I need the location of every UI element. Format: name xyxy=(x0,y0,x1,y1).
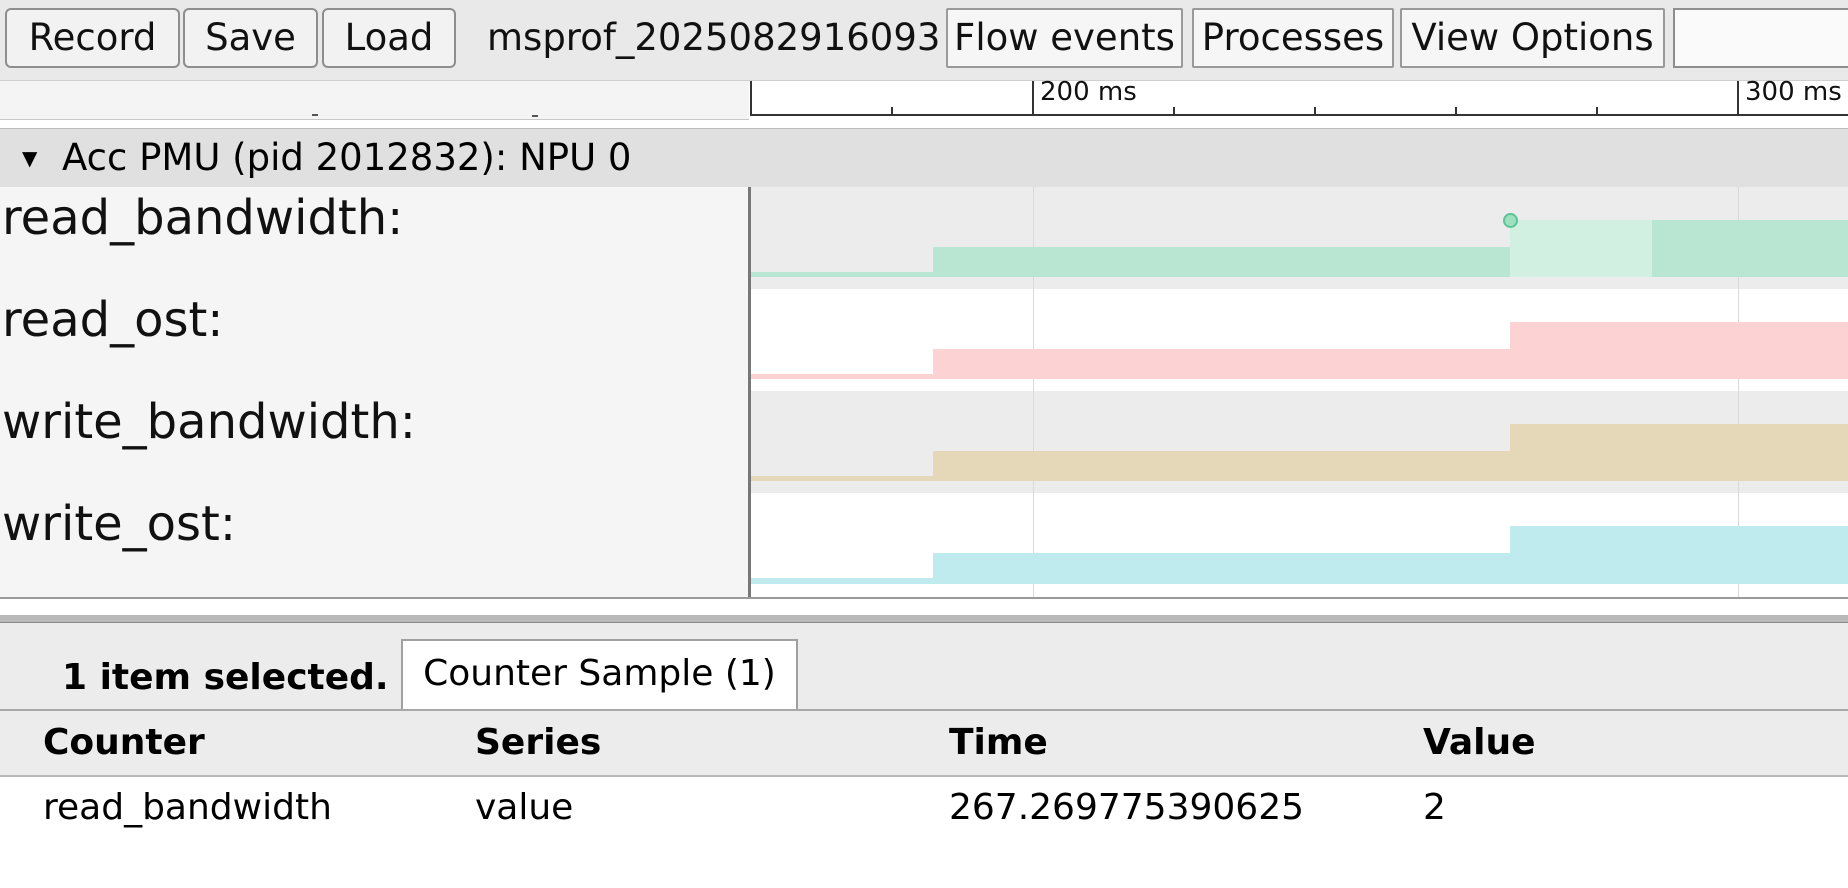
panel-splitter[interactable] xyxy=(0,615,1848,623)
ruler-label-300ms: 300 ms xyxy=(1745,77,1842,107)
counter-bar[interactable] xyxy=(751,374,933,379)
ruler-marker xyxy=(532,115,538,117)
table-row[interactable]: read_bandwidth value 267.269775390625 2 xyxy=(0,777,1848,839)
tab-counter-sample[interactable]: Counter Sample (1) xyxy=(401,639,798,709)
process-title: Acc PMU (pid 2012832): NPU 0 xyxy=(62,136,632,179)
column-header-time[interactable]: Time xyxy=(949,711,1048,775)
counter-bar[interactable] xyxy=(933,451,1510,481)
record-button[interactable]: Record xyxy=(5,8,180,68)
cell-value: 2 xyxy=(1423,787,1446,828)
collapse-caret-icon[interactable]: ▼ xyxy=(22,129,37,187)
ruler-tick xyxy=(1737,81,1739,116)
track-labels-column: read_bandwidth: read_ost: write_bandwidt… xyxy=(0,187,751,597)
track-label-write-ost[interactable]: write_ost: xyxy=(2,494,236,554)
ruler-tick xyxy=(750,81,752,116)
flow-events-button[interactable]: Flow events xyxy=(946,8,1183,68)
ruler-label-area xyxy=(0,81,749,120)
counter-bar[interactable] xyxy=(1510,322,1848,379)
cell-time: 267.269775390625 xyxy=(949,787,1305,828)
counter-bar[interactable] xyxy=(933,247,1510,277)
counter-bar[interactable] xyxy=(1510,424,1848,481)
trace-filename: msprof_20250829160932.j xyxy=(487,16,939,59)
process-header[interactable]: ▼ Acc PMU (pid 2012832): NPU 0 xyxy=(0,128,1848,188)
track-label-read-ost[interactable]: read_ost: xyxy=(2,290,223,350)
column-header-value[interactable]: Value xyxy=(1423,711,1536,775)
ruler-axis xyxy=(750,114,1848,116)
table-header: Counter Series Time Value xyxy=(0,711,1848,777)
search-input[interactable] xyxy=(1673,8,1848,68)
ruler-tick xyxy=(1314,107,1316,116)
counter-tracks[interactable] xyxy=(751,187,1848,597)
counter-bar[interactable] xyxy=(1510,526,1848,584)
selected-counter-bar[interactable] xyxy=(1510,220,1652,277)
column-header-counter[interactable]: Counter xyxy=(43,711,205,775)
cell-series: value xyxy=(475,787,574,828)
view-options-button[interactable]: View Options xyxy=(1400,8,1665,68)
processes-button[interactable]: Processes xyxy=(1192,8,1394,68)
selection-summary: 1 item selected. xyxy=(62,657,389,698)
selection-bar: 1 item selected. Counter Sample (1) xyxy=(0,623,1848,711)
load-button[interactable]: Load xyxy=(322,8,456,68)
ruler-tick xyxy=(1455,107,1457,116)
counter-bar[interactable] xyxy=(751,578,933,584)
counter-bar[interactable] xyxy=(933,553,1510,584)
counter-bar[interactable] xyxy=(751,476,933,481)
counter-bar[interactable] xyxy=(751,272,933,277)
ruler-label-200ms: 200 ms xyxy=(1040,77,1137,107)
column-header-series[interactable]: Series xyxy=(475,711,601,775)
counter-bar[interactable] xyxy=(933,349,1510,379)
ruler-marker xyxy=(312,114,318,116)
track-label-write-bandwidth[interactable]: write_bandwidth: xyxy=(2,392,416,452)
toolbar: Record Save Load msprof_20250829160932.j… xyxy=(0,0,1848,81)
ruler-tick xyxy=(1596,107,1598,116)
cell-counter: read_bandwidth xyxy=(43,787,332,828)
ruler-tick xyxy=(891,107,893,116)
save-button[interactable]: Save xyxy=(183,8,318,68)
counter-bar[interactable] xyxy=(1652,220,1848,277)
track-label-read-bandwidth[interactable]: read_bandwidth: xyxy=(2,188,403,248)
time-ruler[interactable]: 200 ms 300 ms xyxy=(750,77,1848,119)
selected-sample-marker[interactable] xyxy=(1503,213,1518,228)
tracks-divider xyxy=(0,597,1848,599)
ruler-tick xyxy=(1173,107,1175,116)
ruler-tick xyxy=(1032,81,1034,116)
